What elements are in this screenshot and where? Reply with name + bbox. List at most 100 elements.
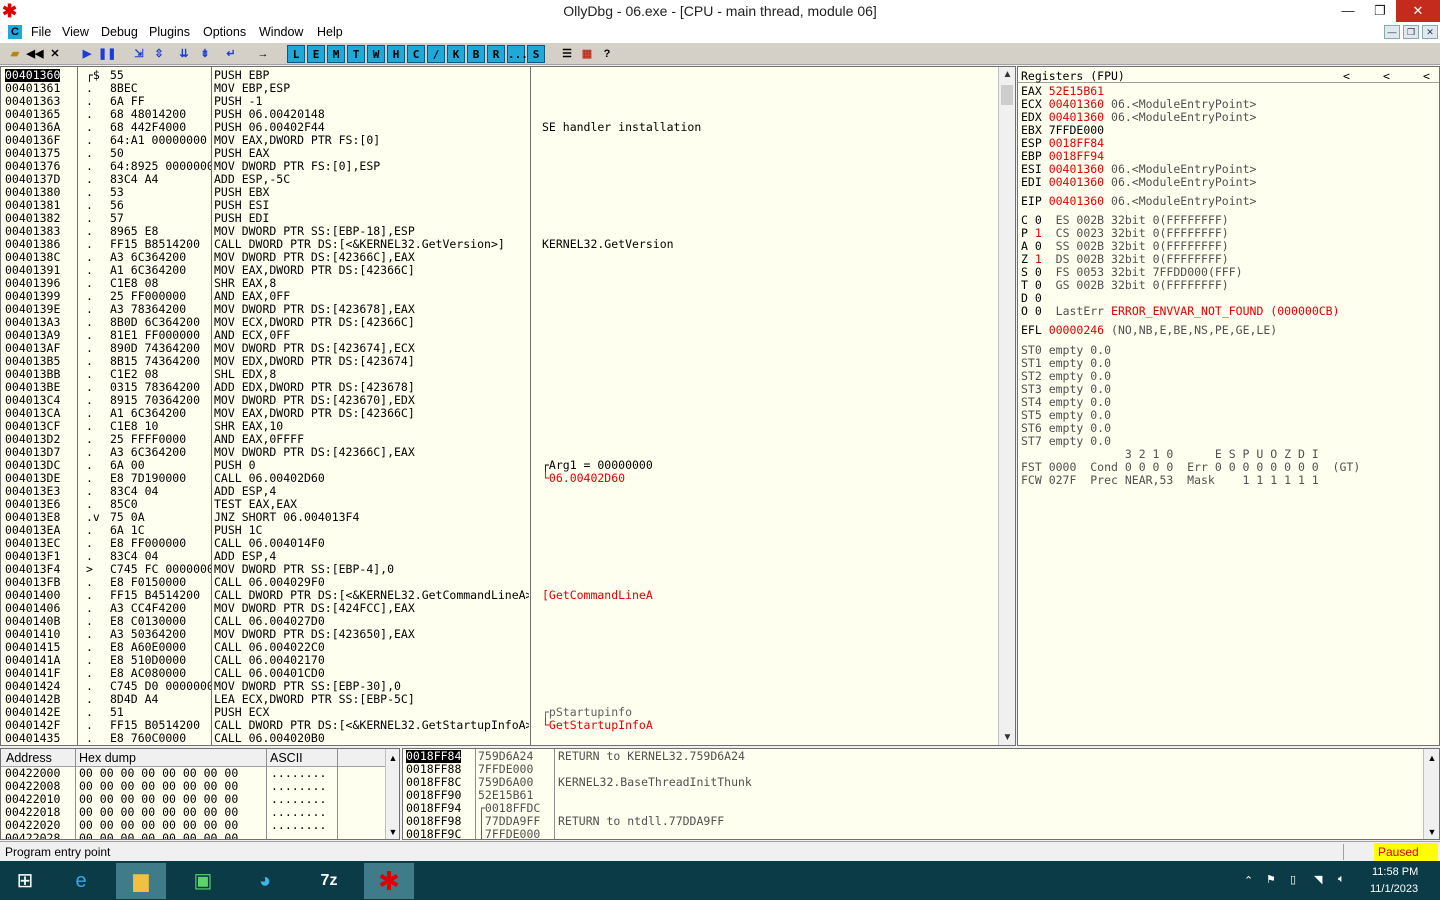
pause-icon[interactable]: ❚❚ [98, 45, 116, 63]
handles-window-button[interactable]: H [387, 45, 405, 63]
menu-view[interactable]: View [62, 25, 89, 39]
list-icon[interactable]: ☰ [558, 45, 576, 63]
stack-row[interactable]: 0018FF8C 759D6A00 KERNEL32.BaseThreadInitT… [403, 776, 1423, 789]
stack-row[interactable]: 0018FF88 7FFDE000 [403, 763, 1423, 776]
stack-row[interactable]: 0018FF84 759D6A24 RETURN to KERNEL32.759D6… [403, 750, 1423, 763]
stack-pane[interactable]: 0018FF84 759D6A24 RETURN to KERNEL32.759D6… [402, 748, 1440, 840]
patches-window-button[interactable]: / [427, 45, 445, 63]
register-line[interactable]: EFL 00000246 (NO,NB,E,BE,NS,PE,GE,LE) [1021, 324, 1277, 337]
stack-row[interactable]: 0018FF94 ┌0018FFDC [403, 802, 1423, 815]
disassembly-row[interactable]: 00401360 ┌$ 55 PUSH EBP [1, 69, 997, 82]
registers-nav-left-3[interactable]: < [1423, 70, 1430, 83]
restart-icon[interactable]: ◀◀ [26, 45, 44, 63]
grid-icon[interactable]: ▦ [578, 45, 596, 63]
minimize-button[interactable]: — [1332, 0, 1364, 22]
disassembly-row[interactable]: 00401375. 50 PUSH EAX [1, 147, 997, 160]
disassembly-row[interactable]: 0040141F. E8 AC080000 CALL 06.00401CD0 [1, 667, 997, 680]
scroll-down-arrow-icon[interactable]: ▼ [999, 732, 1016, 743]
tray-network-icon[interactable]: ◥ [1314, 873, 1322, 886]
disassembly-row[interactable]: 004013A9. 81E1 FF000000 AND ECX,0FF [1, 329, 997, 342]
cpu-window-button[interactable]: C [407, 45, 425, 63]
disassembly-row[interactable]: 004013CF. C1E8 10 SHR EAX,10 [1, 420, 997, 433]
dump-row[interactable]: 00422028 00 00 00 00 00 00 00 00........ [1, 832, 385, 840]
dump-hex-header[interactable]: Hex dump [79, 751, 136, 765]
disassembly-row[interactable]: 004013CA. A1 6C364200 MOV EAX,DWORD PTR DS… [1, 407, 997, 420]
disassembly-row[interactable]: 00401383. 8965 E8 MOV DWORD PTR SS:[EBP-18… [1, 225, 997, 238]
close-program-icon[interactable]: ✕ [46, 45, 64, 63]
disassembly-row[interactable]: 004013FB. E8 F0150000 CALL 06.004029F0 [1, 576, 997, 589]
dump-address-header[interactable]: Address [6, 751, 52, 765]
disassembly-row[interactable]: 0040142F. FF15 B0514200 CALL DWORD PTR DS:… [1, 719, 997, 732]
disassembly-row[interactable]: 004013DC. 6A 00 PUSH 0 ┌Arg1 = 00000000 [1, 459, 997, 472]
disassembly-row[interactable]: 004013C4. 8915 70364200 MOV DWORD PTR DS:[… [1, 394, 997, 407]
disassembly-row[interactable]: 004013D2. 25 FFFF0000 AND EAX,0FFFF [1, 433, 997, 446]
log-window-button[interactable]: L [287, 45, 305, 63]
disassembly-row[interactable]: 00401400. FF15 B4514200 CALL DWORD PTR DS:… [1, 589, 997, 602]
goto-icon[interactable]: → [254, 45, 272, 63]
register-line[interactable]: FCW 027F Prec NEAR,53 Mask 1 1 1 1 1 1 [1021, 474, 1319, 487]
disassembly-row[interactable]: 004013EC. E8 FF000000 CALL 06.004014F0 [1, 537, 997, 550]
executables-window-button[interactable]: E [307, 45, 325, 63]
file-explorer-icon[interactable]: ▆ [116, 863, 166, 899]
disassembly-row[interactable]: 00401361. 8BEC MOV EBP,ESP [1, 82, 997, 95]
execute-till-return-icon[interactable]: ↵ [222, 45, 240, 63]
clock-date[interactable]: 11/1/2023 [1370, 883, 1418, 895]
disassembly-row[interactable]: 004013EA. 6A 1C PUSH 1C [1, 524, 997, 537]
disassembly-row[interactable]: 00401382. 57 PUSH EDI [1, 212, 997, 225]
menu-file[interactable]: File [31, 25, 51, 39]
disassembly-pane[interactable]: 00401360 ┌$ 55 PUSH EBP 00401361. 8BEC MOV EBP… [0, 66, 1016, 746]
ollydbg-taskbar-icon[interactable]: ✱ [364, 863, 414, 899]
tray-flag-icon[interactable]: ⚑ [1266, 873, 1276, 886]
store-icon[interactable]: ▣ [178, 863, 228, 899]
open-icon[interactable]: ▰ [6, 45, 24, 63]
register-line[interactable]: EDI 00401360 06.<ModuleEntryPoint> [1021, 176, 1256, 189]
disassembly-row[interactable]: 004013F4 > C745 FC 00000000 MOV DWORD PTR S… [1, 563, 997, 576]
restore-button[interactable]: ❐ [1364, 0, 1396, 22]
disassembly-row[interactable]: 0040141A. E8 510D0000 CALL 06.00402170 [1, 654, 997, 667]
disassembly-row[interactable]: 0040142B. 8D4D A4 LEA ECX,DWORD PTR SS:[EB… [1, 693, 997, 706]
menu-help[interactable]: Help [317, 25, 343, 39]
references-window-button[interactable]: R [487, 45, 505, 63]
internet-explorer-icon[interactable]: e [56, 863, 106, 899]
register-line[interactable]: O 0 LastErr ERROR_ENVVAR_NOT_FOUND (0000… [1021, 305, 1340, 318]
disassembly-row[interactable]: 004013D7. A3 6C364200 MOV DWORD PTR DS:[42… [1, 446, 997, 459]
disassembly-scrollbar[interactable]: ▲ ▼ [998, 67, 1015, 745]
scroll-up-arrow-icon[interactable]: ▲ [1424, 753, 1440, 763]
disassembly-row[interactable]: 004013DE. E8 7D190000 CALL 06.00402D60 └06.… [1, 472, 997, 485]
disassembly-row[interactable]: 00401365. 68 48014200 PUSH 06.00420148 [1, 108, 997, 121]
step-over-icon[interactable]: ⇳ [150, 45, 168, 63]
trace-over-icon[interactable]: ⇟ [196, 45, 214, 63]
run-icon[interactable]: ▶ [78, 45, 96, 63]
disassembly-row[interactable]: 004013BE. 0315 78364200 ADD EDX,DWORD PTR … [1, 381, 997, 394]
mdi-close-button[interactable]: ✕ [1422, 25, 1438, 39]
registers-pane[interactable]: Registers (FPU) < < < EAX 52E15B61 ECX 00… [1017, 66, 1440, 746]
disassembly-row[interactable]: 00401376. 64:8925 00000000 MOV DWORD PTR F… [1, 160, 997, 173]
scroll-up-arrow-icon[interactable]: ▲ [386, 753, 400, 763]
help-icon[interactable]: ? [598, 45, 616, 63]
threads-window-button[interactable]: T [347, 45, 365, 63]
disassembly-row[interactable]: 004013AF. 890D 74364200 MOV DWORD PTR DS:[… [1, 342, 997, 355]
registers-nav-left-1[interactable]: < [1343, 70, 1350, 83]
stack-row[interactable]: 0018FF98 │77DDA9FF RETURN to ntdll.77DDA9F… [403, 815, 1423, 828]
disassembly-row[interactable]: 004013E6. 85C0 TEST EAX,EAX [1, 498, 997, 511]
disassembly-row[interactable]: 0040136A. 68 442F4000 PUSH 06.00402F44 SE h… [1, 121, 997, 134]
breakpoints-window-button[interactable]: B [467, 45, 485, 63]
cpu-window-icon[interactable]: C [8, 25, 22, 39]
menu-options[interactable]: Options [203, 25, 246, 39]
mdi-minimize-button[interactable]: — [1384, 25, 1400, 39]
disassembly-row[interactable]: 00401435. E8 760C0000 CALL 06.004020B0 [1, 732, 997, 745]
dump-ascii-header[interactable]: ASCII [270, 751, 303, 765]
disassembly-row[interactable]: 004013BB. C1E2 08 SHL EDX,8 [1, 368, 997, 381]
stack-scrollbar[interactable]: ▲ ▼ [1423, 749, 1439, 839]
disassembly-row[interactable]: 00401396. C1E8 08 SHR EAX,8 [1, 277, 997, 290]
mdi-restore-button[interactable]: ❐ [1403, 25, 1419, 39]
disassembly-row[interactable]: 004013A3. 8B0D 6C364200 MOV ECX,DWORD PTR … [1, 316, 997, 329]
scroll-down-arrow-icon[interactable]: ▼ [1424, 827, 1440, 837]
clock-time[interactable]: 11:58 PM [1372, 866, 1418, 878]
disassembly-row[interactable]: 004013E3. 83C4 04 ADD ESP,4 [1, 485, 997, 498]
disassembly-row[interactable]: 0040139E. A3 78364200 MOV DWORD PTR DS:[42… [1, 303, 997, 316]
register-line[interactable]: T 0 GS 002B 32bit 0(FFFFFFFF) [1021, 279, 1229, 292]
source-window-button[interactable]: S [527, 45, 545, 63]
disassembly-row[interactable]: 00401415. E8 A60E0000 CALL 06.004022C0 [1, 641, 997, 654]
disassembly-row[interactable]: 00401363. 6A FF PUSH -1 [1, 95, 997, 108]
